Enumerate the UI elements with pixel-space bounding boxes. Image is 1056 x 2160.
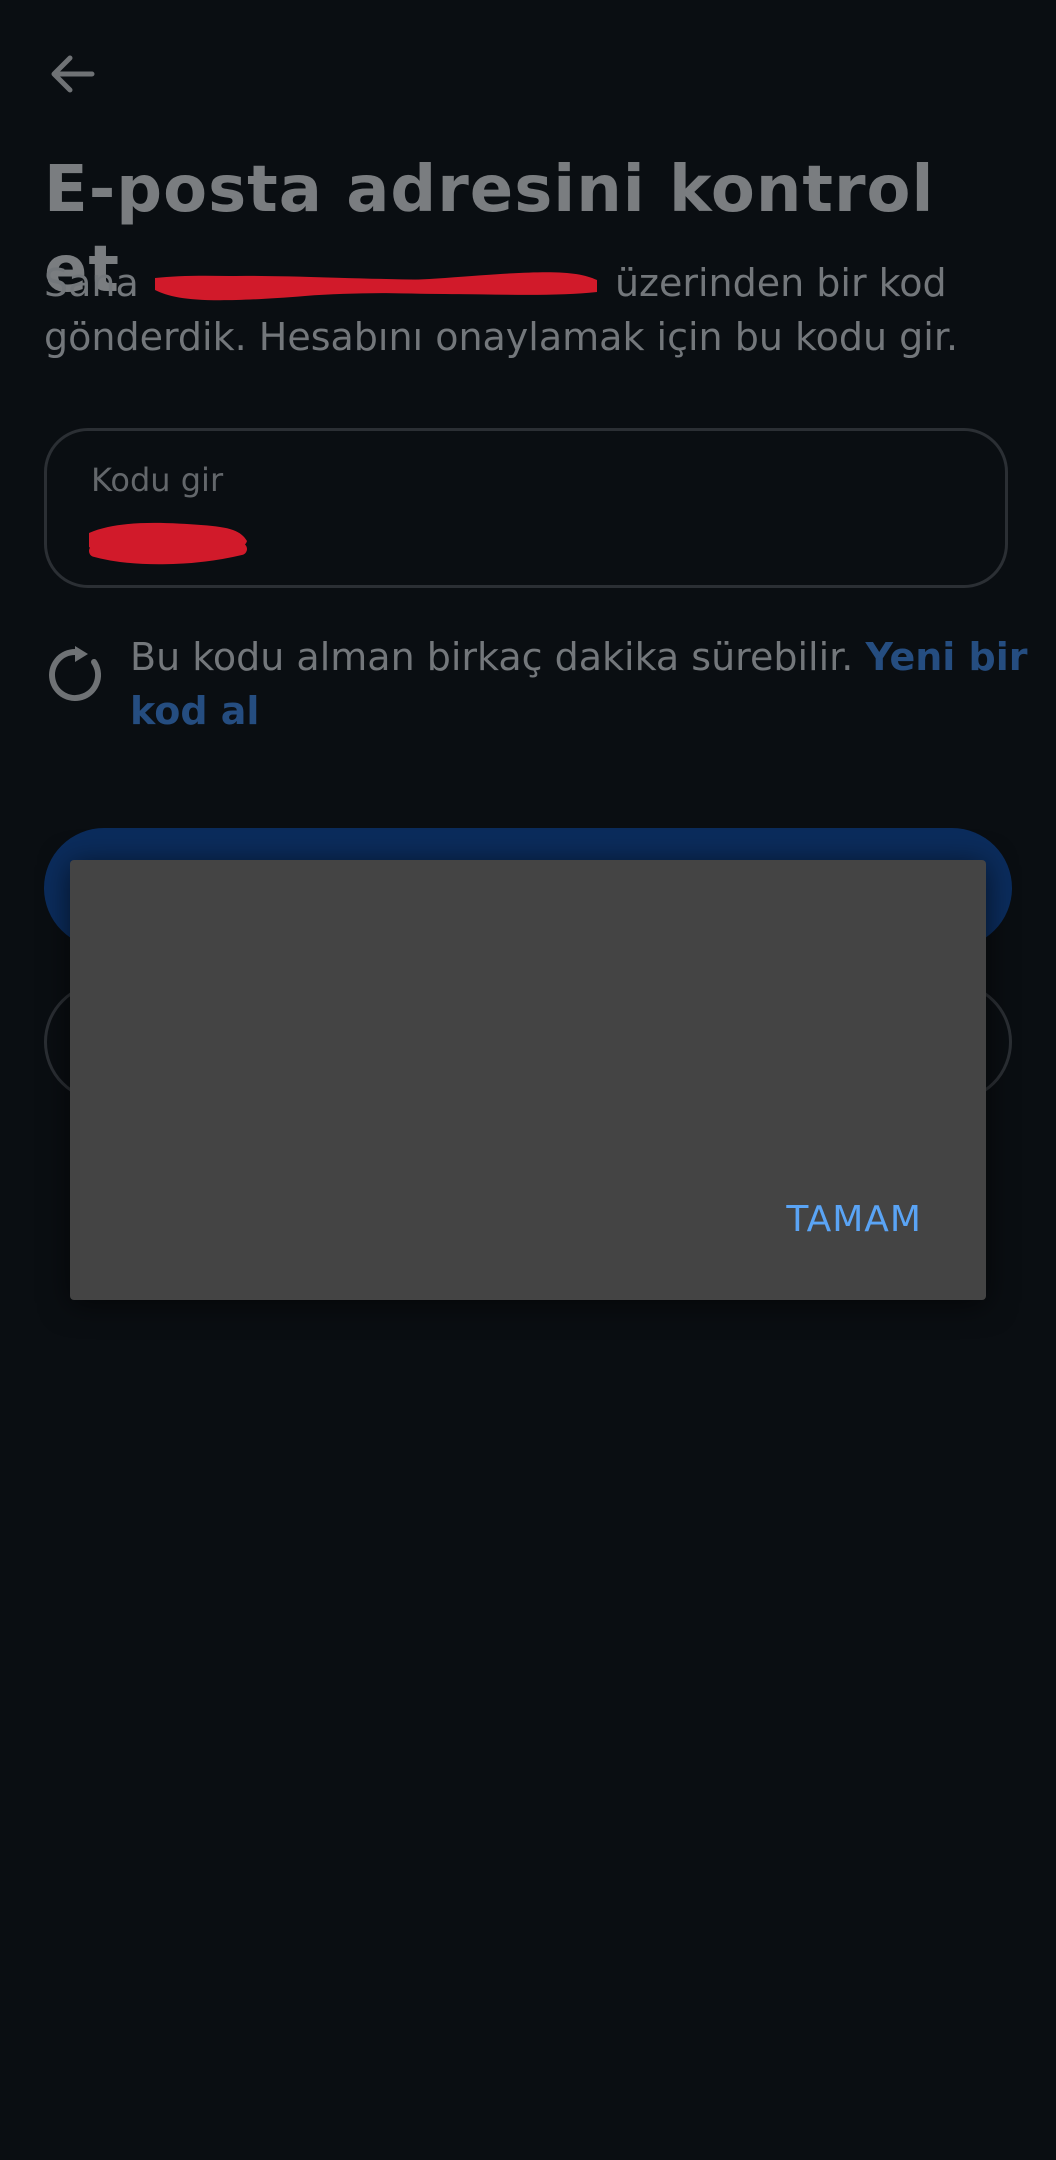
refresh-icon	[49, 646, 101, 701]
code-input-label: Kodu gir	[91, 461, 224, 499]
code-input[interactable]: Kodu gir	[44, 428, 1008, 588]
description-text: Sana üzerinden bir kod gönderdik. Hesabı…	[44, 256, 1034, 364]
resend-info-text: Bu kodu alman birkaç dakika sürebilir. Y…	[130, 630, 1050, 738]
arrow-left-icon	[51, 55, 95, 93]
resend-hint: Bu kodu alman birkaç dakika sürebilir.	[130, 635, 866, 679]
resend-info: Bu kodu alman birkaç dakika sürebilir. Y…	[44, 630, 1028, 750]
redacted-email	[151, 266, 603, 306]
redaction-mark	[154, 271, 597, 300]
redacted-code	[81, 511, 251, 567]
ok-button[interactable]: TAMAM	[786, 1199, 922, 1240]
back-button[interactable]	[44, 48, 100, 100]
description-before-email: Sana	[44, 261, 151, 305]
redaction-mark	[89, 522, 247, 565]
alert-dialog: TAMAM	[70, 860, 986, 1300]
email-verification-screen: E-posta adresini kontrol et Sana üzerind…	[0, 0, 1056, 2160]
